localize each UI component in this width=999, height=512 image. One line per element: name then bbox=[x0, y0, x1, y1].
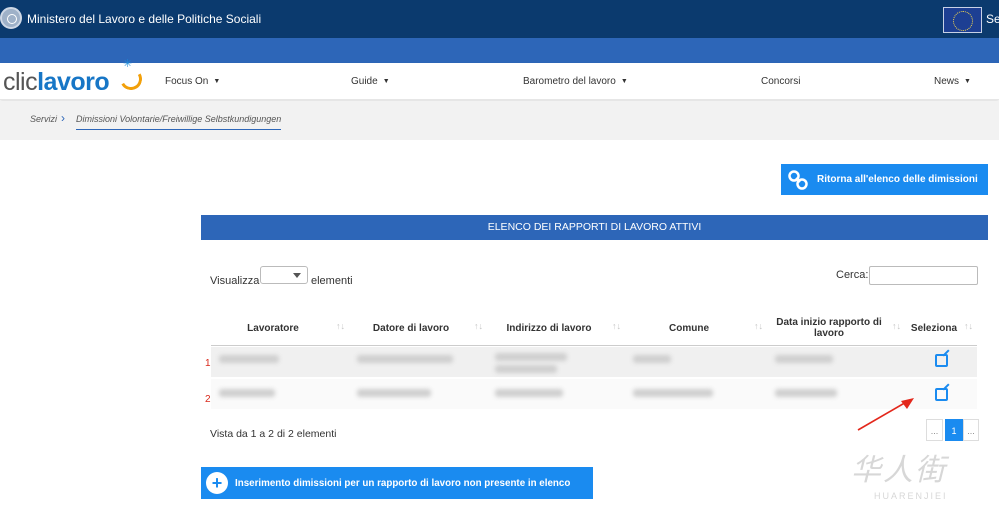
chevron-right-icon: › bbox=[61, 111, 65, 125]
watermark: 华人街 HUARENJIEI bbox=[848, 445, 998, 505]
breadcrumb-dimissioni[interactable]: Dimissioni Volontarie/Freiwillige Selbst… bbox=[76, 114, 282, 130]
redacted-data-inizio bbox=[775, 389, 837, 397]
table-title: ELENCO DEI RAPPORTI DI LAVORO ATTIVI bbox=[201, 215, 988, 240]
redacted-comune bbox=[633, 389, 713, 397]
column-header-seleziona[interactable]: Seleziona ↑↓ bbox=[905, 312, 977, 346]
return-to-list-button[interactable]: Ritorna all'elenco delle dimissioni bbox=[781, 164, 988, 195]
row-number-1: 1 bbox=[205, 358, 211, 369]
search-input[interactable] bbox=[869, 266, 978, 285]
redacted-data-inizio bbox=[775, 355, 833, 363]
plus-circle-icon: + bbox=[206, 472, 228, 494]
caret-down-icon: ▼ bbox=[213, 77, 221, 85]
sort-icon: ↑↓ bbox=[892, 321, 901, 331]
column-header-datore[interactable]: Datore di lavoro ↑↓ bbox=[349, 312, 487, 346]
insert-dimissioni-button[interactable]: + Inserimento dimissioni per un rapporto… bbox=[201, 467, 593, 499]
redacted-indirizzo bbox=[495, 389, 563, 397]
nav-item-barometro[interactable]: Barometro del lavoro ▼ bbox=[523, 76, 628, 87]
sort-icon: ↑↓ bbox=[474, 321, 483, 331]
column-header-indirizzo[interactable]: Indirizzo di lavoro ↑↓ bbox=[487, 312, 625, 346]
breadcrumb-servizi[interactable]: Servizi bbox=[30, 114, 57, 124]
breadcrumb: Servizi › Dimissioni Volontarie/Freiwill… bbox=[0, 101, 999, 140]
ministry-title: Ministero del Lavoro e delle Politiche S… bbox=[27, 12, 262, 26]
redacted-datore bbox=[357, 389, 431, 397]
caret-down-icon: ▼ bbox=[964, 77, 971, 85]
nav-item-news[interactable]: News ▼ bbox=[934, 76, 971, 87]
annotation-arrow bbox=[857, 398, 914, 431]
nav-item-guide[interactable]: Guide ▼ bbox=[351, 76, 390, 87]
external-link-icon[interactable] bbox=[935, 354, 948, 367]
header-right-cut-text[interactable]: Seg bbox=[986, 12, 999, 26]
eu-flag-icon bbox=[943, 7, 982, 33]
pagination-next[interactable]: ... bbox=[963, 419, 979, 441]
show-entries-label: Visualizza bbox=[210, 275, 260, 287]
redacted-lavoratore bbox=[219, 389, 275, 397]
link-icon bbox=[788, 170, 808, 190]
redacted-indirizzo-line2 bbox=[495, 365, 557, 373]
top-header: Ministero del Lavoro e delle Politiche S… bbox=[0, 0, 999, 38]
sort-icon: ↑↓ bbox=[964, 321, 973, 331]
logo-sparkle-icon: ✳ bbox=[123, 58, 132, 70]
column-header-data-inizio[interactable]: Data inizio rapporto di lavoro ↑↓ bbox=[767, 312, 905, 346]
sort-icon: ↑↓ bbox=[612, 321, 621, 331]
redacted-indirizzo bbox=[495, 353, 567, 361]
caret-down-icon: ▼ bbox=[620, 77, 628, 85]
column-header-comune[interactable]: Comune ↑↓ bbox=[625, 312, 767, 346]
page-length-select[interactable] bbox=[260, 266, 308, 284]
search-label: Cerca: bbox=[836, 269, 869, 281]
pagination-previous[interactable]: ... bbox=[926, 419, 943, 441]
republic-emblem-icon bbox=[0, 7, 22, 29]
redacted-comune bbox=[633, 355, 671, 363]
main-nav: cliclavoro ✳ Focus On ▼ Guide ▼ Barometro … bbox=[0, 58, 999, 100]
row-number-2: 2 bbox=[205, 394, 211, 405]
watermark-cjk: 华人街 bbox=[851, 453, 947, 488]
column-header-lavoratore[interactable]: Lavoratore ↑↓ bbox=[211, 312, 349, 346]
pagination-page-1[interactable]: 1 bbox=[945, 419, 963, 441]
nav-item-focus-on[interactable]: Focus On ▼ bbox=[165, 76, 220, 87]
sort-icon: ↑↓ bbox=[336, 321, 345, 331]
table-info: Vista da 1 a 2 di 2 elementi bbox=[210, 428, 337, 440]
nav-item-concorsi[interactable]: Concorsi bbox=[761, 76, 800, 87]
show-entries-suffix: elementi bbox=[311, 275, 353, 287]
external-link-icon[interactable] bbox=[935, 388, 948, 401]
sort-icon: ↑↓ bbox=[754, 321, 763, 331]
watermark-latin: HUARENJIEI bbox=[874, 491, 948, 501]
caret-down-icon: ▼ bbox=[382, 77, 390, 85]
cliclavoro-logo[interactable]: cliclavoro ✳ bbox=[3, 58, 145, 97]
redacted-datore bbox=[357, 355, 453, 363]
redacted-lavoratore bbox=[219, 355, 279, 363]
header-strip bbox=[0, 38, 999, 63]
table-row bbox=[211, 347, 977, 377]
